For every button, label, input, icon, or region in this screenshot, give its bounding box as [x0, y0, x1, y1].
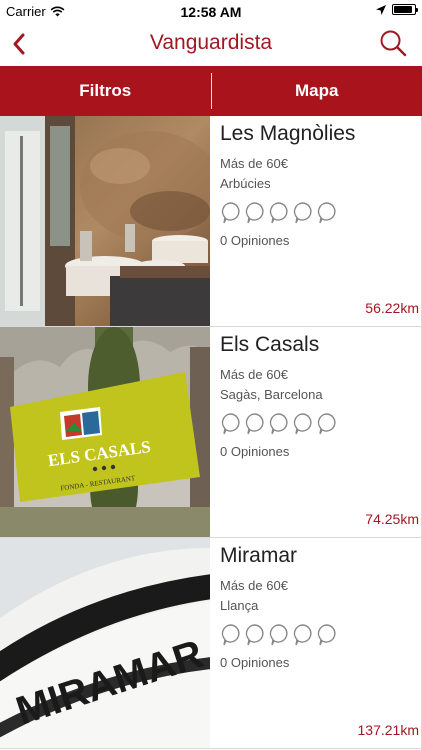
dining-room-image [0, 116, 210, 326]
map-button[interactable]: Mapa [212, 66, 422, 116]
restaurant-name: Els Casals [220, 333, 320, 356]
rating-bubbles [220, 412, 409, 436]
restaurant-photo: MIRAMAR [0, 538, 210, 748]
distance-label: 137.21km [357, 722, 419, 738]
rating-bubble-icon [293, 624, 312, 646]
rating-bubble-icon [269, 624, 288, 646]
status-bar: Carrier 12:58 AM [0, 0, 422, 22]
rating-bubble-icon [221, 202, 240, 224]
restaurant-photo [0, 116, 210, 326]
location-arrow-icon [376, 4, 386, 15]
page-title: Vanguardista [149, 31, 273, 54]
rating-bubble-icon [245, 624, 264, 646]
rating-bubble-icon [245, 202, 264, 224]
restaurant-row[interactable]: MIRAMAR Miramar Más de 60€ Llança 0 Opin… [0, 538, 421, 749]
search-icon[interactable] [378, 28, 408, 58]
restaurant-info: Miramar Más de 60€ Llança 0 Opiniones [220, 538, 409, 748]
restaurant-photo: ELS CASALS FONDA - RESTAURANT [0, 327, 210, 537]
rating-bubbles [220, 201, 409, 225]
restaurant-row[interactable]: Les Magnòlies Más de 60€ Arbúcies 0 Opin… [0, 116, 421, 327]
navigation-bar: Vanguardista [0, 22, 422, 66]
rating-bubble-icon [221, 624, 240, 646]
distance-label: 74.25km [365, 511, 419, 527]
rating-bubble-icon [269, 413, 288, 435]
restaurant-row[interactable]: ELS CASALS FONDA - RESTAURANT Els Casals… [0, 327, 421, 538]
restaurant-location: Llança [220, 598, 259, 613]
rating-bubble-icon [245, 413, 264, 435]
rating-bubble-icon [269, 202, 288, 224]
restaurant-sign-image: MIRAMAR [0, 538, 210, 748]
status-right [376, 4, 418, 15]
opinions-count: 0 Opiniones [220, 655, 290, 670]
restaurant-location: Arbúcies [220, 176, 271, 191]
rating-bubble-icon [293, 202, 312, 224]
restaurant-location: Sagàs, Barcelona [220, 387, 323, 402]
clock: 12:58 AM [180, 4, 242, 20]
opinions-count: 0 Opiniones [220, 444, 290, 459]
restaurant-list[interactable]: Les Magnòlies Más de 60€ Arbúcies 0 Opin… [0, 116, 422, 750]
restaurant-info: Els Casals Más de 60€ Sagàs, Barcelona 0… [220, 327, 409, 537]
filter-map-bar: Filtros Mapa [0, 66, 422, 116]
rating-bubble-icon [317, 202, 336, 224]
restaurant-price: Más de 60€ [220, 578, 288, 593]
battery-icon [392, 4, 418, 15]
battery-level [394, 6, 413, 13]
rating-bubble-icon [221, 413, 240, 435]
rating-bubble-icon [317, 624, 336, 646]
restaurant-price: Más de 60€ [220, 367, 288, 382]
restaurant-sign-image: ELS CASALS FONDA - RESTAURANT [0, 327, 210, 537]
distance-label: 56.22km [365, 300, 419, 316]
restaurant-name: Les Magnòlies [220, 122, 356, 145]
restaurant-price: Más de 60€ [220, 156, 288, 171]
rating-bubble-icon [293, 413, 312, 435]
opinions-count: 0 Opiniones [220, 233, 290, 248]
restaurant-info: Les Magnòlies Más de 60€ Arbúcies 0 Opin… [220, 116, 409, 326]
rating-bubble-icon [317, 413, 336, 435]
rating-bubbles [220, 623, 409, 647]
filters-button[interactable]: Filtros [0, 66, 211, 116]
restaurant-name: Miramar [220, 544, 297, 567]
